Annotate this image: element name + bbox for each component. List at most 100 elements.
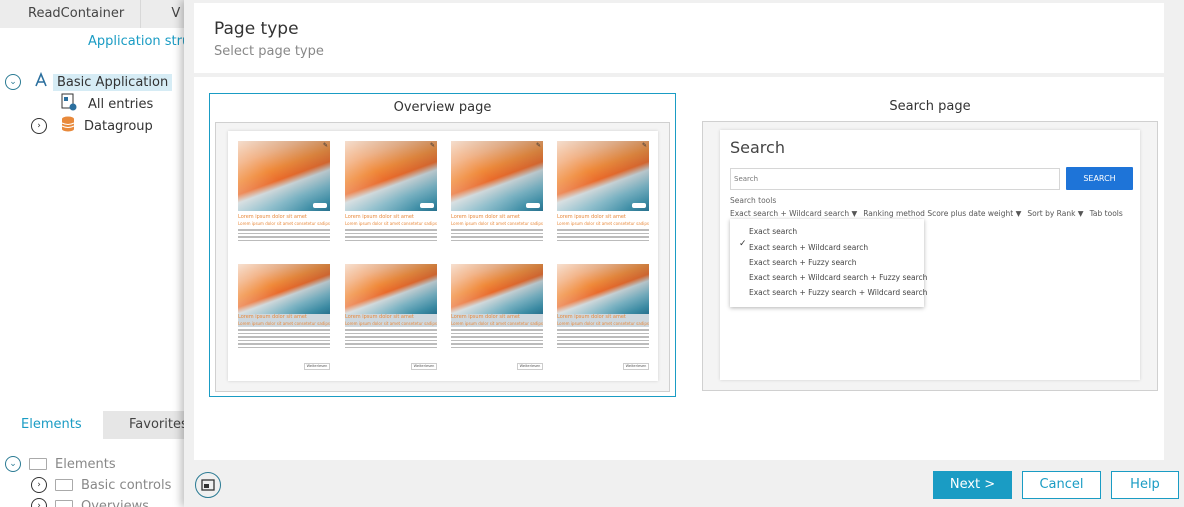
thumbnail-image: ✎ [451,141,543,211]
text-line [451,332,543,334]
collapse-icon[interactable]: ⌄ [5,456,21,472]
text-line [238,229,330,231]
editor-tabs: ReadContainer V [0,0,200,28]
text-line [238,339,330,341]
element-row-elements[interactable]: ⌄ Elements [5,456,116,472]
thumbnail-image: ✎ [238,141,330,211]
dropdown-item: Exact search + Fuzzy search [749,258,857,267]
expand-icon[interactable]: › [31,498,47,507]
entries-icon [60,93,78,115]
mini-card-title: Lorem ipsum dolor sit amet [238,214,307,220]
text-line [451,329,543,331]
text-line [238,336,330,338]
overview-preview: ✎ Lorem ipsum dolor sit amet Lorem ipsum d… [215,122,670,392]
folder-icon [55,500,73,507]
text-line [451,336,543,338]
tool-item: Exact search + Wildcard search ▼ [730,209,858,218]
text-line [238,346,330,348]
option-label: Overview page [393,100,492,115]
dropdown-item: Exact search + Wildcard search [749,243,869,252]
help-button[interactable]: Help [1111,471,1179,499]
element-row-overviews[interactable]: › Overviews [31,498,149,507]
mini-card-subtitle: Lorem ipsum dolor sit amet consetetur sa… [238,221,330,226]
text-line [345,232,437,234]
dropdown-item: Exact search [749,227,798,236]
text-line [345,332,437,334]
tool-item: Ranking method Score plus date weight ▼ [863,209,1022,218]
expand-icon[interactable]: › [31,477,47,493]
tree-label: Basic Application [53,73,173,91]
next-button[interactable]: Next > [933,471,1012,499]
text-line [238,329,330,331]
text-line [238,332,330,334]
text-line [451,339,543,341]
cancel-button[interactable]: Cancel [1022,471,1101,499]
tool-item: Tab tools [1089,209,1123,218]
element-label: Elements [55,456,116,472]
tab-readcontainer[interactable]: ReadContainer [0,0,142,28]
tab-favorites[interactable]: Favorites [103,411,193,439]
option-search-page[interactable]: Search page Search Search SEARCH Search … [702,93,1158,397]
mini-card-subtitle: Lorem ipsum dolor sit amet consetetur sa… [557,221,649,226]
tree-item-all-entries[interactable]: All entries [60,93,153,115]
text-line [557,229,649,231]
panel-tabs: Elements Favorites [0,411,200,439]
text-line [238,343,330,345]
search-preview-card: Search Search SEARCH Search tools Exact … [720,130,1140,380]
overview-mini-card: ✎ Lorem ipsum dolor sit amet Lorem ipsum d… [345,141,437,241]
text-line [557,339,649,341]
thumbnail-image [238,264,330,314]
expand-icon[interactable]: › [31,118,47,134]
option-label: Search page [889,99,971,114]
overview-mini-card: Lorem ipsum dolor sit amet Lorem ipsum do… [557,264,649,370]
mini-card-subtitle: Lorem ipsum dolor sit amet consetetur sa… [451,221,543,226]
read-more-button: Weiterlesen [411,363,437,370]
collapse-icon[interactable]: ⌄ [5,74,21,90]
option-overview-page[interactable]: Overview page ✎ Lorem ipsum dolor sit ame… [209,93,676,397]
mini-card-title: Lorem ipsum dolor sit amet [557,314,649,321]
text-line [345,346,437,348]
text-line [451,239,543,241]
search-mode-dropdown: ✓ Exact search Exact search + Wildcard s… [730,219,927,307]
tree-item-datagroup[interactable]: › Datagroup [31,115,153,137]
text-line [238,236,330,238]
text-line [451,236,543,238]
thumbnail-image: ✎ [345,141,437,211]
application-structure-link[interactable]: Application struc [88,34,197,49]
mini-card-title: Lorem ipsum dolor sit amet [451,214,520,220]
tree-item-basic-application[interactable]: ⌄ Basic Application [5,71,173,93]
text-line [557,232,649,234]
dialog-title: Page type [214,19,299,39]
mini-card-title: Lorem ipsum dolor sit amet [451,314,543,321]
mini-card-subtitle: Lorem ipsum dolor sit amet consetetur sa… [238,321,330,327]
folder-icon [55,479,73,491]
mini-card-title: Lorem ipsum dolor sit amet [345,214,414,220]
image-badge [420,203,434,208]
text-line [345,329,437,331]
mini-card-title: Lorem ipsum dolor sit amet [557,214,626,220]
overview-mini-card: ✎ Lorem ipsum dolor sit amet Lorem ipsum d… [451,141,543,241]
text-line [557,336,649,338]
database-icon [61,116,75,136]
mini-card-title: Lorem ipsum dolor sit amet [238,314,330,321]
dialog-body: Overview page ✎ Lorem ipsum dolor sit ame… [194,77,1164,460]
search-preview-input: Search [730,168,1060,190]
search-preview: Search Search SEARCH Search tools Exact … [702,121,1158,391]
element-label: Overviews [81,498,149,507]
text-line [345,229,437,231]
read-more-button: Weiterlesen [517,363,543,370]
read-more-button: Weiterlesen [304,363,330,370]
tab-elements[interactable]: Elements [0,411,103,439]
search-tools-row: Exact search + Wildcard search ▼ Ranking… [730,209,1123,218]
element-row-basic-controls[interactable]: › Basic controls [31,477,171,493]
text-line [557,332,649,334]
mini-card-subtitle: Lorem ipsum dolor sit amet consetetur sa… [557,321,649,327]
search-preview-button: SEARCH [1066,167,1133,190]
thumbnail-image [557,264,649,314]
edit-icon: ✎ [322,142,328,149]
folder-icon [29,458,47,470]
layout-toggle-icon[interactable] [195,472,221,498]
image-badge [313,203,327,208]
text-line [238,232,330,234]
tree-label: All entries [88,96,154,112]
